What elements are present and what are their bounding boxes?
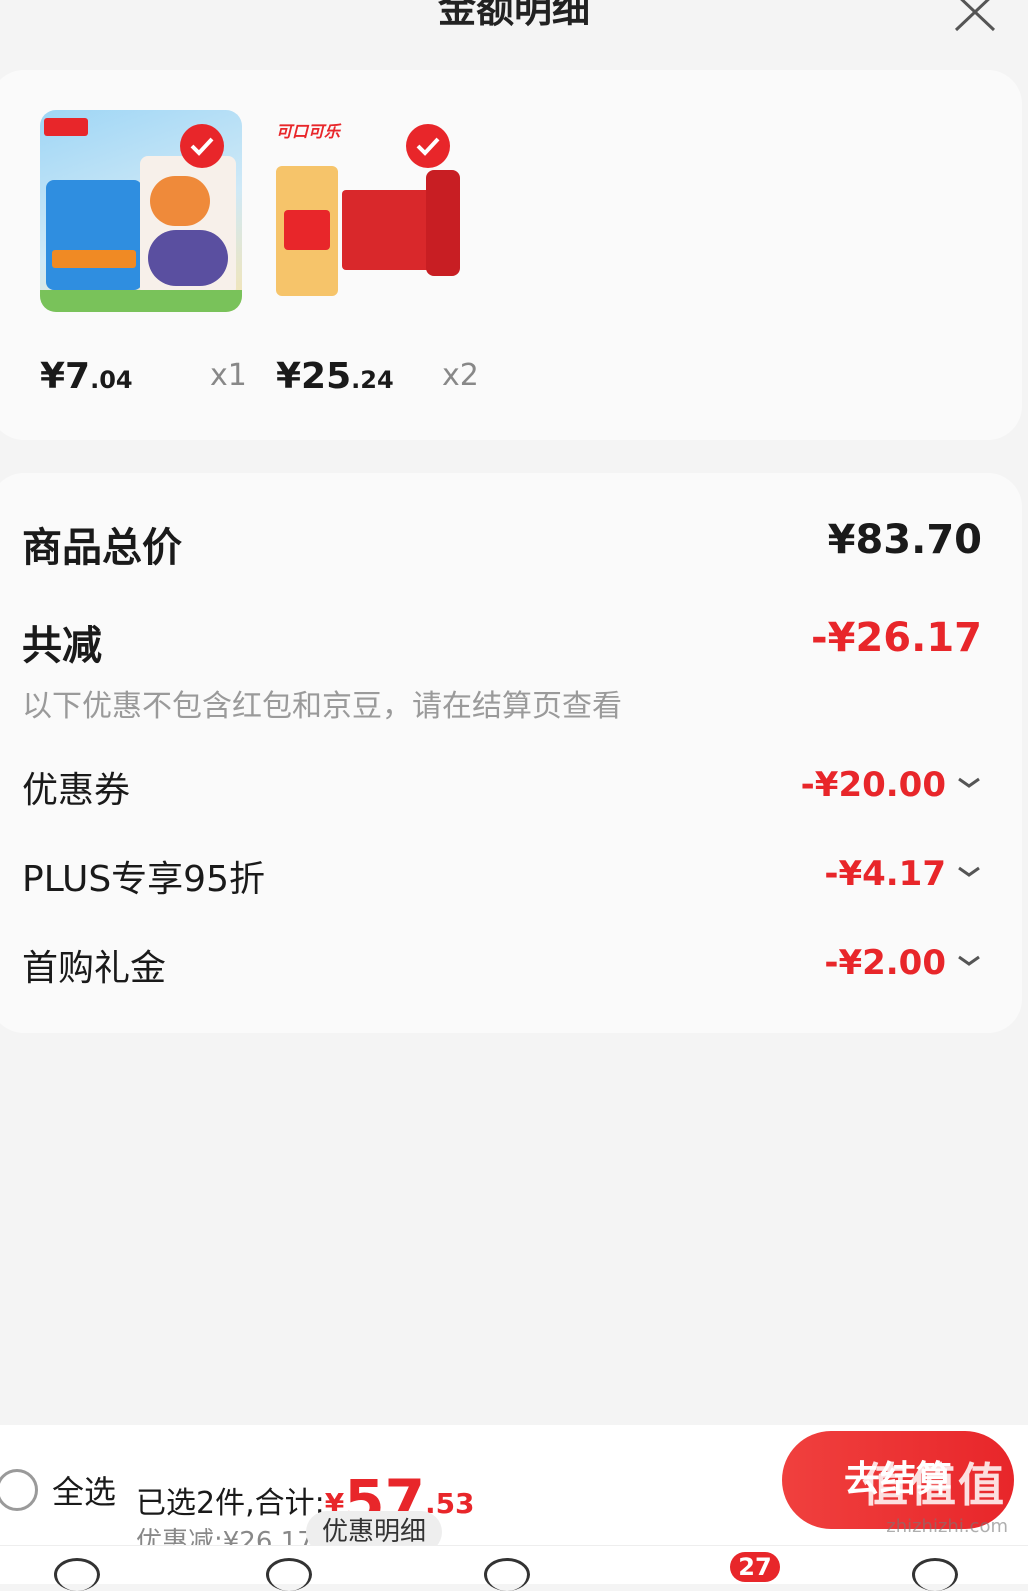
select-all-label[interactable]: 全选 (52, 1467, 116, 1513)
product-price: ¥25.24 (276, 356, 394, 397)
check-icon[interactable] (406, 124, 450, 168)
profile-tab-icon[interactable] (912, 1558, 958, 1591)
amount-detail-card: 商品总价 ¥83.70 共减 -¥26.17 以下优惠不包含红包和京豆，请在结算… (0, 473, 1022, 1033)
coupon-box (284, 210, 330, 250)
product-tag (52, 250, 136, 268)
select-all-checkbox[interactable] (0, 1469, 38, 1511)
page-title: 金额明细 (437, 0, 590, 31)
discount-row-plus[interactable]: PLUS专享95折 -¥4.17 (22, 850, 982, 900)
total-label: 商品总价 (22, 525, 182, 571)
discount-note: 以下优惠不包含红包和京豆，请在结算页查看 (22, 689, 622, 724)
category-tab-icon[interactable] (266, 1558, 312, 1591)
watermark-url: zhizhizhi.com (886, 1516, 1008, 1537)
check-icon[interactable] (180, 124, 224, 168)
product-qty: x1 (210, 358, 247, 393)
discount-label: 首购礼金 (22, 948, 167, 989)
discount-label: PLUS专享95折 (22, 859, 265, 900)
chevron-down-icon[interactable] (956, 864, 982, 880)
watermark: 值值值 (862, 1458, 1006, 1512)
discount-row-coupon[interactable]: 优惠券 -¥20.00 (22, 761, 982, 811)
chevron-down-icon[interactable] (956, 953, 982, 969)
header: 金额明细 (0, 0, 1028, 60)
product-fruit (150, 176, 210, 226)
total-value: ¥83.70 (827, 517, 982, 563)
discover-tab-icon[interactable] (484, 1558, 530, 1591)
close-icon[interactable] (952, 0, 998, 32)
discount-value: -¥2.00 (824, 943, 946, 983)
product-price: ¥7.04 (40, 356, 133, 397)
product-berries (148, 230, 228, 286)
brand-logo: 可口可乐 (276, 122, 341, 141)
grass-decoration (40, 290, 242, 312)
home-tab-icon[interactable] (54, 1558, 100, 1591)
product-item[interactable]: ¥7.04 x1 (40, 110, 250, 397)
product-box (46, 180, 142, 290)
cart-badge: 27 (730, 1552, 780, 1582)
checkout-bar: 全选 已选2件,合计:¥57.53 优惠减:¥26.17 优惠明细 去结算 值值… (0, 1425, 1028, 1557)
discount-row-first-purchase[interactable]: 首购礼金 -¥2.00 (22, 939, 982, 989)
discount-value: -¥4.17 (824, 854, 946, 894)
tab-bar: 27 (0, 1545, 1028, 1591)
product-item[interactable]: 可口可乐 ¥25.24 x2 (276, 110, 486, 397)
product-can (426, 170, 460, 276)
product-card: ¥7.04 x1 可口可乐 ¥25.24 x2 (0, 70, 1022, 440)
product-qty: x2 (442, 358, 479, 393)
discount-value: -¥20.00 (800, 765, 946, 805)
reduce-label: 共减 (22, 623, 102, 669)
reduce-value: -¥26.17 (811, 615, 982, 661)
selected-count-text: 已选2件,合计: (136, 1486, 325, 1521)
brand-logo (44, 118, 88, 136)
chevron-down-icon[interactable] (956, 775, 982, 791)
discount-label: 优惠券 (22, 770, 131, 811)
